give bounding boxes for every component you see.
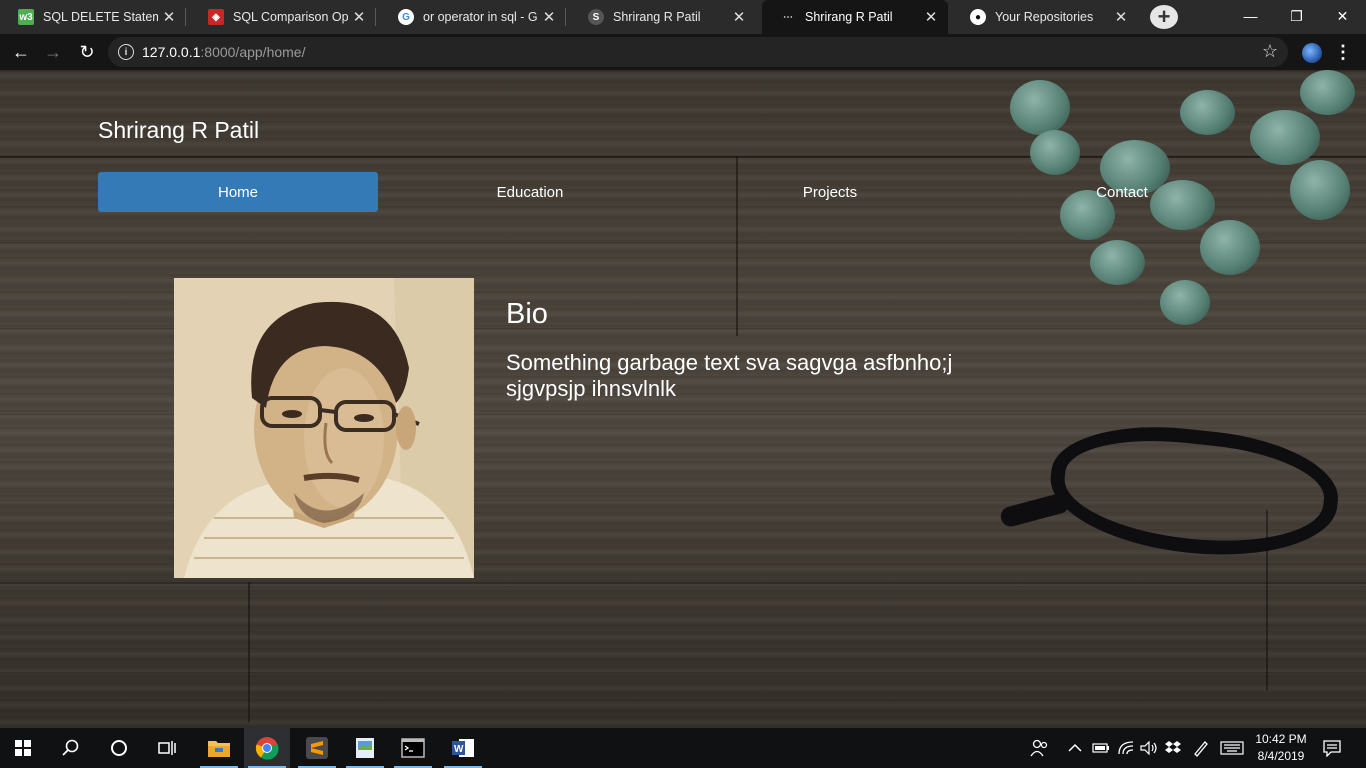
notifications-icon[interactable] — [1322, 728, 1342, 768]
address-bar[interactable]: i 127.0.0.1:8000/app/home/ ☆ — [108, 37, 1288, 67]
tab-shrirang-active[interactable]: ⋯ Shrirang R Patil ✕ — [762, 0, 948, 34]
tab-sql-delete[interactable]: w3 SQL DELETE Statement ✕ — [0, 0, 186, 34]
tab-title: Shrirang R Patil — [805, 10, 893, 24]
menu-icon[interactable]: ⋮ — [1334, 42, 1352, 63]
chevron-up-icon[interactable] — [1068, 728, 1082, 768]
volume-icon[interactable] — [1140, 728, 1158, 768]
battery-icon[interactable] — [1092, 728, 1110, 768]
chrome-icon[interactable] — [244, 728, 290, 768]
loading-icon: ⋯ — [783, 11, 793, 23]
tab-title: or operator in sql - Goo — [423, 10, 538, 24]
wifi-icon[interactable] — [1118, 728, 1136, 768]
back-button[interactable]: ← — [8, 40, 34, 64]
profile-photo — [174, 278, 474, 578]
minimize-button[interactable]: — — [1228, 0, 1273, 32]
tab-sql-comparison[interactable]: ◈ SQL Comparison Opera ✕ — [190, 0, 376, 34]
windows-taskbar: W 10:42 PM 8/4/2019 — [0, 728, 1366, 768]
close-icon[interactable]: ✕ — [348, 8, 370, 26]
windows-start-icon[interactable] — [0, 728, 46, 768]
site-title: Shrirang R Patil — [98, 117, 260, 143]
restore-button[interactable]: ❐ — [1274, 0, 1319, 32]
w3schools-icon: w3 — [18, 9, 34, 25]
clock-date: 8/4/2019 — [1257, 749, 1305, 763]
tab-google-search[interactable]: G or operator in sql - Goo ✕ — [380, 0, 566, 34]
url-path: :8000/app/home/ — [200, 44, 306, 60]
file-explorer-icon[interactable] — [196, 728, 242, 768]
word-icon[interactable]: W — [440, 728, 486, 768]
close-icon[interactable]: ✕ — [158, 8, 180, 26]
nav-home[interactable]: Home — [98, 172, 378, 212]
new-tab-button[interactable]: + — [1150, 4, 1178, 29]
tab-title: SQL Comparison Opera — [233, 10, 348, 24]
task-view-icon[interactable] — [144, 728, 190, 768]
browser-toolbar: ← → ↻ i 127.0.0.1:8000/app/home/ ☆ ⋮ — [0, 34, 1366, 70]
bookmark-star-icon[interactable]: ☆ — [1262, 41, 1278, 62]
sublime-text-icon[interactable] — [294, 728, 340, 768]
google-icon: G — [398, 9, 414, 25]
reload-button[interactable]: ↻ — [74, 40, 100, 64]
tab-github[interactable]: ● Your Repositories ✕ — [952, 0, 1138, 34]
nav-education[interactable]: Education — [390, 172, 670, 212]
bio-heading: Bio — [506, 298, 548, 330]
keyboard-icon[interactable] — [1220, 728, 1244, 768]
url-host: 127.0.0.1 — [142, 44, 201, 60]
clock[interactable]: 10:42 PM 8/4/2019 — [1250, 731, 1312, 765]
main-nav: Home Education Projects Contact — [98, 172, 1268, 212]
close-icon[interactable]: ✕ — [538, 8, 560, 26]
nav-contact[interactable]: Contact — [982, 172, 1262, 212]
tab-shrirang-1[interactable]: S Shrirang R Patil ✕ — [570, 0, 756, 34]
nav-projects[interactable]: Projects — [690, 172, 970, 212]
close-window-button[interactable]: ✕ — [1320, 0, 1365, 32]
bio-text: Something garbage text sva sagvga asfbnh… — [506, 350, 953, 401]
tab-title: Your Repositories — [995, 10, 1094, 24]
cortana-icon[interactable] — [96, 728, 142, 768]
url-text[interactable]: 127.0.0.1:8000/app/home/ — [142, 44, 305, 60]
svg-text:W: W — [454, 744, 464, 755]
tab-title: Shrirang R Patil — [613, 10, 701, 24]
github-icon: ● — [970, 9, 986, 25]
forward-button[interactable]: → — [40, 40, 66, 64]
terminal-icon[interactable] — [390, 728, 436, 768]
clock-time: 10:42 PM — [1255, 732, 1307, 746]
people-icon[interactable] — [1030, 728, 1050, 768]
close-icon[interactable]: ✕ — [728, 8, 750, 26]
site-default-icon: S — [588, 9, 604, 25]
profile-avatar[interactable] — [1302, 43, 1322, 63]
close-icon[interactable]: ✕ — [920, 8, 942, 26]
plank-joint — [0, 582, 1366, 584]
browser-tab-strip: w3 SQL DELETE Statement ✕ ◈ SQL Comparis… — [0, 0, 1366, 34]
pen-icon[interactable] — [1192, 728, 1210, 768]
info-icon[interactable]: i — [118, 44, 134, 60]
plank-joint — [248, 582, 250, 722]
page-viewport: Shrirang R Patil Home Education Projects… — [0, 70, 1366, 728]
sql-site-icon: ◈ — [208, 9, 224, 25]
dropbox-icon[interactable] — [1164, 728, 1182, 768]
search-icon[interactable] — [48, 728, 94, 768]
image-viewer-icon[interactable] — [342, 728, 388, 768]
close-icon[interactable]: ✕ — [1110, 8, 1132, 26]
tab-title: SQL DELETE Statement — [43, 10, 158, 24]
